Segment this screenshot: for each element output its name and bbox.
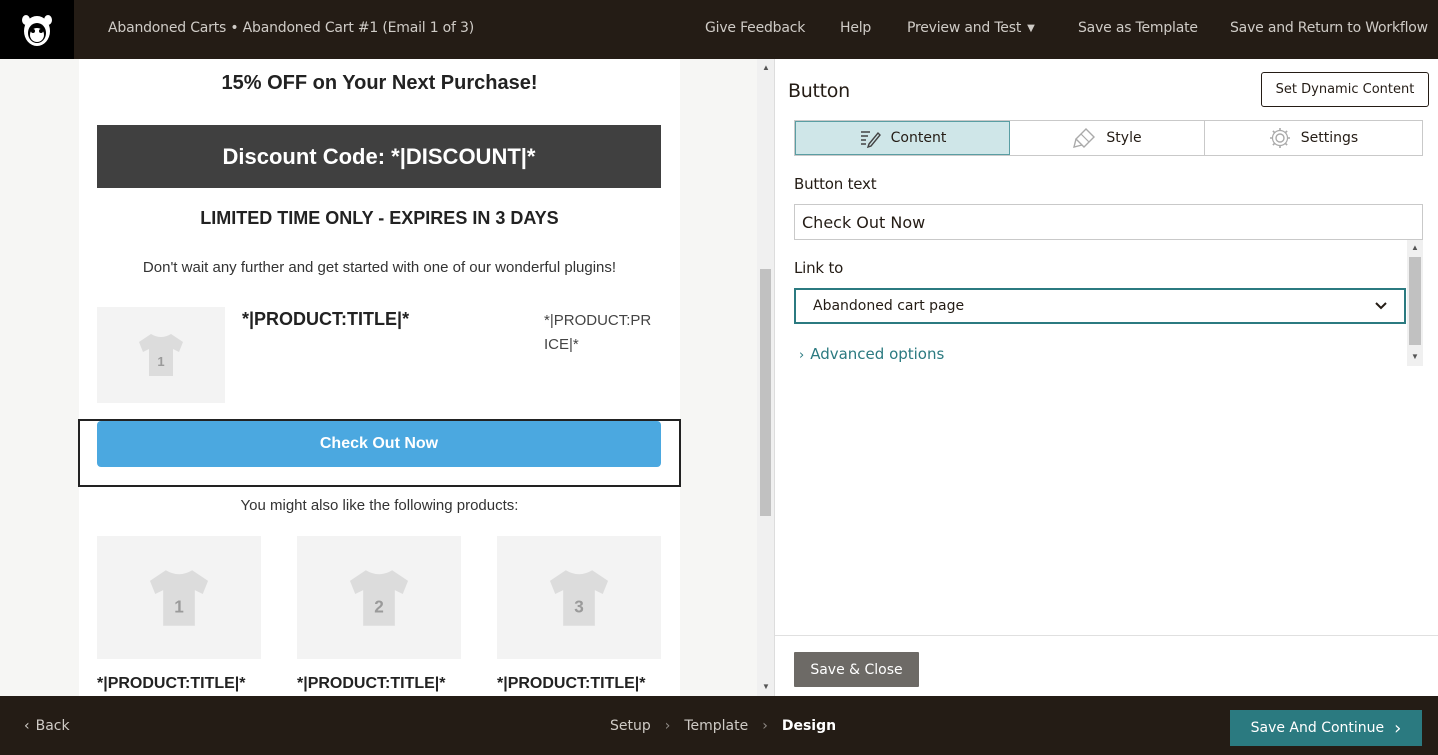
product-image-number: 1 xyxy=(157,354,164,369)
product-price[interactable]: *|PRODUCT:PRICE|* xyxy=(544,309,654,357)
product-image[interactable]: 1 xyxy=(97,307,225,403)
step-breadcrumb: Setup › Template › Design xyxy=(610,718,850,734)
set-dynamic-content-button[interactable]: Set Dynamic Content xyxy=(1261,72,1429,107)
preview-scrollbar[interactable]: ▲ ▼ xyxy=(757,59,774,696)
tshirt-icon: 3 xyxy=(549,569,609,626)
tshirt-icon: 1 xyxy=(149,569,209,626)
bottom-bar: ‹ Back Setup › Template › Design Save And… xyxy=(0,696,1438,755)
advanced-options-toggle[interactable]: › Advanced options xyxy=(799,345,944,363)
email-headline[interactable]: 15% OFF on Your Next Purchase! xyxy=(79,72,680,95)
rec-product-title-1[interactable]: *|PRODUCT:TITLE|* xyxy=(97,675,246,693)
panel-title: Button xyxy=(788,80,850,102)
pencil-lines-icon xyxy=(860,131,881,148)
paint-brush-icon xyxy=(1073,128,1096,148)
rec-product-image-3[interactable]: 3 xyxy=(497,536,661,659)
chevron-right-icon: › xyxy=(799,348,805,363)
panel-tabs: Content Style Settings xyxy=(794,120,1423,156)
rec-product-image-1[interactable]: 1 xyxy=(97,536,261,659)
save-and-continue-button[interactable]: Save And Continue › xyxy=(1230,710,1422,746)
step-setup[interactable]: Setup xyxy=(610,718,651,734)
panel-scrollbar[interactable]: ▲ ▼ xyxy=(1407,240,1423,366)
email-preview-pane: 15% OFF on Your Next Purchase! Discount … xyxy=(0,59,774,696)
panel-footer: Save & Close xyxy=(775,635,1438,696)
save-and-return-link[interactable]: Save and Return to Workflow xyxy=(1230,20,1428,36)
chevron-right-icon: › xyxy=(1394,717,1402,739)
button-text-input[interactable]: Check Out Now xyxy=(794,204,1423,240)
button-settings-panel: Button Set Dynamic Content Content Style xyxy=(774,59,1438,696)
rec-number-2: 2 xyxy=(374,596,384,616)
preview-scrollbar-thumb[interactable] xyxy=(760,269,771,516)
preview-and-test-menu[interactable]: Preview and Test ▼ xyxy=(907,20,1035,36)
tab-style-label: Style xyxy=(1106,130,1142,146)
chevron-left-icon: ‹ xyxy=(24,718,30,734)
preview-and-test-label: Preview and Test xyxy=(907,20,1022,36)
step-design[interactable]: Design xyxy=(782,718,836,734)
scroll-down-arrow-icon[interactable]: ▼ xyxy=(1411,352,1419,361)
link-to-value: Abandoned cart page xyxy=(813,298,965,314)
campaign-title: Abandoned Carts • Abandoned Cart #1 (Ema… xyxy=(108,20,474,36)
help-link[interactable]: Help xyxy=(840,20,871,36)
rec-product-title-3[interactable]: *|PRODUCT:TITLE|* xyxy=(497,675,646,693)
email-body-text[interactable]: Don't wait any further and get started w… xyxy=(79,259,680,276)
save-as-template-link[interactable]: Save as Template xyxy=(1078,20,1198,36)
rec-number-1: 1 xyxy=(174,596,184,616)
tab-settings[interactable]: Settings xyxy=(1205,121,1422,155)
scroll-up-arrow-icon[interactable]: ▲ xyxy=(1411,243,1419,252)
step-template[interactable]: Template xyxy=(684,718,748,734)
discount-code-block[interactable]: Discount Code: *|DISCOUNT|* xyxy=(97,125,661,188)
panel-scrollbar-thumb[interactable] xyxy=(1409,257,1421,345)
also-like-text[interactable]: You might also like the following produc… xyxy=(79,497,680,514)
back-label: Back xyxy=(35,718,70,734)
rec-product-image-2[interactable]: 2 xyxy=(297,536,461,659)
scroll-up-arrow-icon[interactable]: ▲ xyxy=(762,63,770,72)
tshirt-icon: 2 xyxy=(349,569,409,626)
chevron-down-icon: ▼ xyxy=(1027,23,1035,34)
rec-product-title-2[interactable]: *|PRODUCT:TITLE|* xyxy=(297,675,446,693)
save-and-close-button[interactable]: Save & Close xyxy=(794,652,919,687)
chevron-down-icon xyxy=(1375,302,1387,310)
mailchimp-logo-icon xyxy=(22,14,52,46)
tshirt-icon: 1 xyxy=(139,334,183,376)
rec-number-3: 3 xyxy=(574,596,584,616)
top-bar: Abandoned Carts • Abandoned Cart #1 (Ema… xyxy=(0,0,1438,59)
give-feedback-link[interactable]: Give Feedback xyxy=(705,20,805,36)
email-canvas: 15% OFF on Your Next Purchase! Discount … xyxy=(78,59,681,696)
save-and-continue-label: Save And Continue xyxy=(1250,720,1385,736)
check-out-now-button[interactable]: Check Out Now xyxy=(97,421,661,467)
product-title[interactable]: *|PRODUCT:TITLE|* xyxy=(242,309,409,330)
tab-content-label: Content xyxy=(890,130,947,146)
tab-content[interactable]: Content xyxy=(795,121,1010,155)
link-to-label: Link to xyxy=(794,259,844,277)
tab-settings-label: Settings xyxy=(1300,130,1359,146)
button-text-label: Button text xyxy=(794,175,877,193)
chevron-right-icon: › xyxy=(762,718,768,734)
gear-icon xyxy=(1269,128,1290,148)
tab-style[interactable]: Style xyxy=(1010,121,1205,155)
scroll-down-arrow-icon[interactable]: ▼ xyxy=(762,682,770,691)
back-button[interactable]: ‹ Back xyxy=(24,718,70,734)
link-to-select[interactable]: Abandoned cart page xyxy=(794,288,1406,324)
chevron-right-icon: › xyxy=(664,718,671,734)
advanced-options-label: Advanced options xyxy=(810,345,945,363)
mailchimp-logo[interactable] xyxy=(0,0,74,59)
limited-time-text[interactable]: LIMITED TIME ONLY - EXPIRES IN 3 DAYS xyxy=(79,208,680,229)
